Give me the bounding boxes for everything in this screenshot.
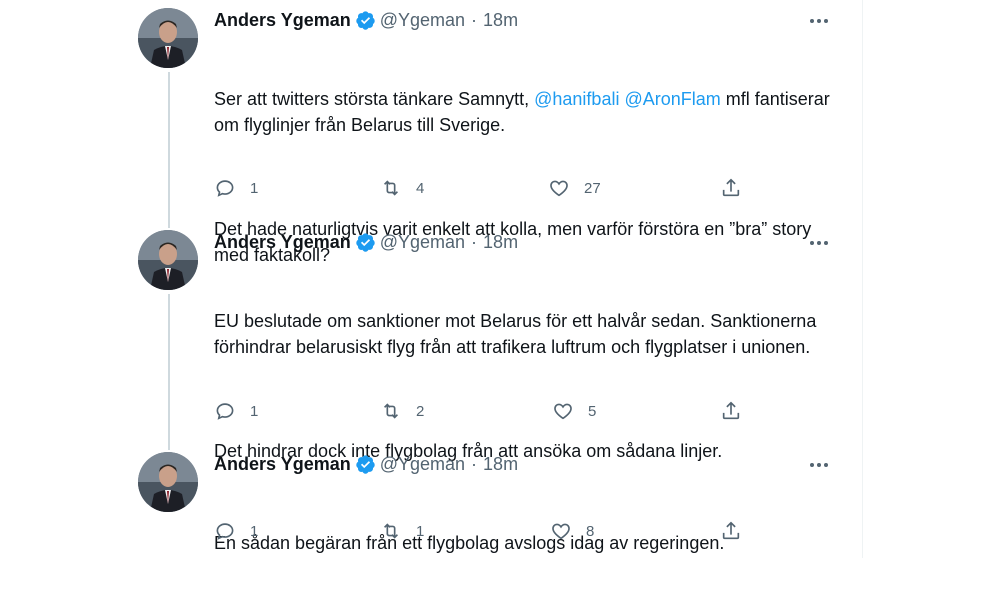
like-count: 8 bbox=[586, 522, 595, 540]
reply-button[interactable]: 1 bbox=[214, 400, 258, 422]
retweet-count: 2 bbox=[416, 402, 425, 420]
avatar[interactable] bbox=[138, 452, 198, 512]
retweet-icon bbox=[383, 403, 399, 419]
tweet-timestamp[interactable]: 18m bbox=[483, 454, 518, 475]
tweet-header: Anders Ygeman @Ygeman · 18m bbox=[214, 452, 834, 476]
tweet-actions: 1 4 27 bbox=[214, 175, 744, 201]
author-name[interactable]: Anders Ygeman bbox=[214, 10, 351, 31]
retweet-icon bbox=[383, 180, 399, 196]
author-handle[interactable]: @Ygeman bbox=[380, 454, 465, 475]
heart-icon bbox=[550, 180, 568, 197]
author-handle[interactable]: @Ygeman bbox=[380, 10, 465, 31]
reply-count: 1 bbox=[250, 179, 259, 197]
author-name[interactable]: Anders Ygeman bbox=[214, 232, 351, 253]
share-button[interactable] bbox=[720, 400, 742, 422]
share-button[interactable] bbox=[720, 177, 742, 199]
separator-dot: · bbox=[471, 9, 478, 30]
avatar[interactable] bbox=[138, 230, 198, 290]
tweet-timestamp[interactable]: 18m bbox=[483, 232, 518, 253]
more-icon[interactable] bbox=[804, 233, 834, 253]
heart-icon bbox=[552, 523, 570, 540]
separator-dot: · bbox=[471, 231, 478, 252]
like-count: 27 bbox=[584, 179, 601, 197]
retweet-icon bbox=[383, 523, 399, 539]
tweet[interactable]: Anders Ygeman @Ygeman · 18m En sådan beg… bbox=[122, 444, 862, 558]
tweet[interactable]: Anders Ygeman @Ygeman · 18m Ser att twit… bbox=[122, 0, 862, 265]
share-button[interactable] bbox=[720, 520, 742, 542]
verified-badge-icon bbox=[356, 10, 375, 30]
verified-badge-icon bbox=[356, 454, 375, 474]
retweet-button[interactable]: 2 bbox=[380, 400, 424, 422]
heart-icon bbox=[554, 403, 572, 420]
like-count: 5 bbox=[588, 402, 597, 420]
mention-link[interactable]: @AronFlam bbox=[624, 89, 720, 109]
share-icon bbox=[722, 521, 740, 540]
more-icon[interactable] bbox=[804, 11, 834, 31]
like-button[interactable]: 8 bbox=[550, 520, 594, 542]
avatar[interactable] bbox=[138, 8, 198, 68]
share-icon bbox=[722, 401, 740, 420]
reply-count: 1 bbox=[250, 402, 259, 420]
like-button[interactable]: 27 bbox=[548, 177, 601, 199]
mention-link[interactable]: @hanifbali bbox=[534, 89, 619, 109]
retweet-count: 4 bbox=[416, 179, 425, 197]
reply-count: 1 bbox=[250, 522, 259, 540]
tweet-header: Anders Ygeman @Ygeman · 18m bbox=[214, 8, 834, 32]
retweet-button[interactable]: 1 bbox=[380, 520, 424, 542]
author-handle[interactable]: @Ygeman bbox=[380, 232, 465, 253]
verified-badge-icon bbox=[356, 232, 375, 252]
reply-icon bbox=[216, 180, 234, 197]
reply-icon bbox=[216, 523, 234, 540]
like-button[interactable]: 5 bbox=[552, 400, 596, 422]
author-name[interactable]: Anders Ygeman bbox=[214, 454, 351, 475]
tweet-header: Anders Ygeman @Ygeman · 18m bbox=[214, 230, 834, 254]
retweet-button[interactable]: 4 bbox=[380, 177, 424, 199]
tweet-paragraph: EU beslutade om sanktioner mot Belarus f… bbox=[214, 311, 822, 357]
tweet-actions: 1 1 8 bbox=[214, 518, 744, 544]
reply-button[interactable]: 1 bbox=[214, 177, 258, 199]
reply-button[interactable]: 1 bbox=[214, 520, 258, 542]
tweet[interactable]: Anders Ygeman @Ygeman · 18m EU beslutade… bbox=[122, 222, 862, 461]
reply-icon bbox=[216, 403, 234, 420]
retweet-count: 1 bbox=[416, 522, 425, 540]
more-icon[interactable] bbox=[804, 455, 834, 475]
tweet-paragraph: Ser att twitters största tänkare Samnytt… bbox=[214, 86, 834, 138]
tweet-actions: 1 2 5 bbox=[214, 398, 744, 424]
separator-dot: · bbox=[471, 453, 478, 474]
tweet-timestamp[interactable]: 18m bbox=[483, 10, 518, 31]
share-icon bbox=[722, 178, 740, 197]
tweet-text-segment: Ser att twitters största tänkare Samnytt… bbox=[214, 89, 535, 109]
